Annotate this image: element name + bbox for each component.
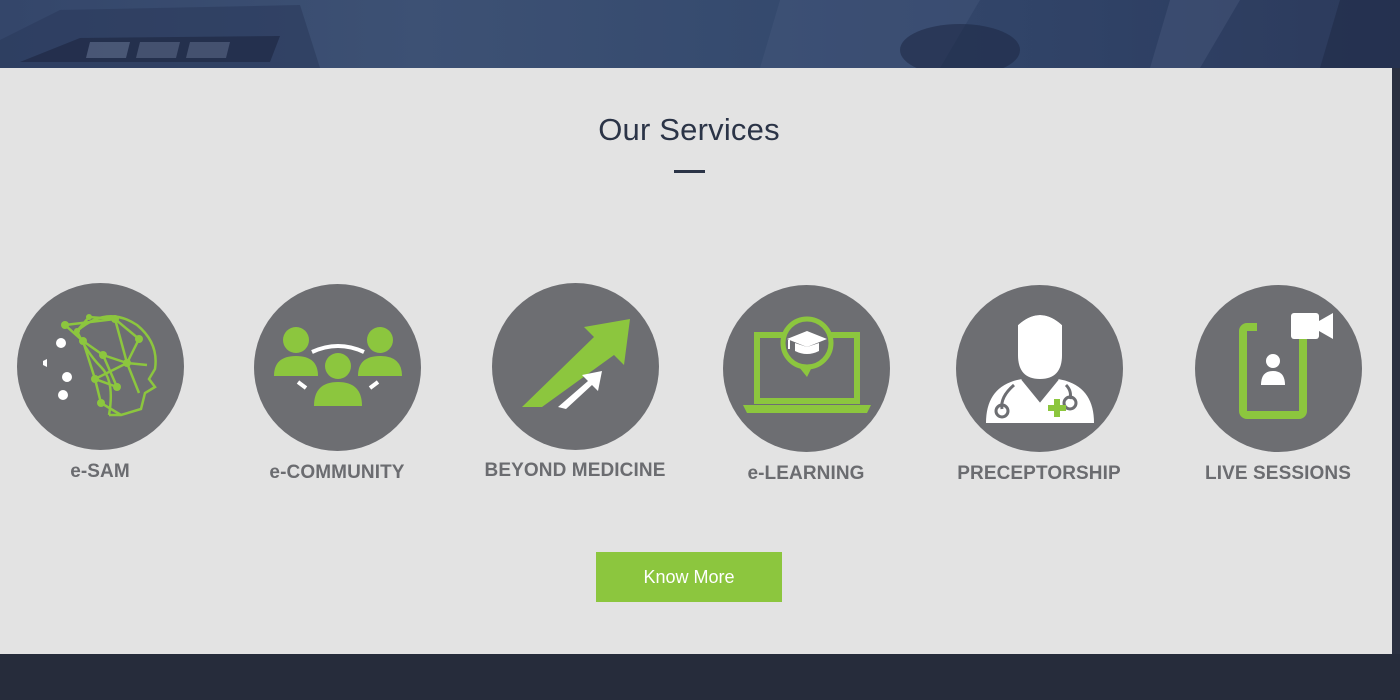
- service-label: e-SAM: [70, 461, 130, 482]
- service-label: e-COMMUNITY: [269, 462, 405, 483]
- growth-arrows-icon: [522, 319, 630, 409]
- service-preceptorship[interactable]: PRECEPTORSHIP: [939, 285, 1139, 495]
- know-more-button[interactable]: Know More: [596, 552, 782, 602]
- service-label: LIVE SESSIONS: [1205, 463, 1351, 484]
- footer-band: [0, 654, 1400, 700]
- service-e-learning[interactable]: e-LEARNING: [706, 285, 906, 495]
- service-circle: [254, 284, 421, 451]
- hero-image-strip: [0, 0, 1400, 68]
- video-call-phone-icon: [1239, 313, 1333, 419]
- service-circle: [492, 283, 659, 450]
- service-e-sam[interactable]: e-SAM: [0, 283, 200, 493]
- service-circle: [956, 285, 1123, 452]
- brain-network-head-icon: [43, 314, 157, 417]
- doctor-stethoscope-icon: [986, 313, 1094, 423]
- service-circle: [17, 283, 184, 450]
- service-label: e-LEARNING: [747, 463, 865, 484]
- page-scrollbar[interactable]: [1392, 68, 1400, 654]
- service-e-community[interactable]: e-COMMUNITY: [237, 284, 437, 494]
- service-live-sessions[interactable]: LIVE SESSIONS: [1178, 285, 1378, 495]
- community-group-icon: [274, 327, 402, 406]
- hero-photo-illustration: [0, 0, 1400, 68]
- service-beyond-medicine[interactable]: BEYOND MEDICINE: [475, 283, 675, 493]
- services-section: Our Services e-SAM e-COMMUNITY BEYOND ME…: [0, 68, 1392, 654]
- title-underline: [674, 170, 705, 173]
- service-label: PRECEPTORSHIP: [957, 463, 1121, 484]
- service-label: BEYOND MEDICINE: [484, 460, 666, 481]
- service-circle: [1195, 285, 1362, 452]
- service-circle: [723, 285, 890, 452]
- laptop-graduation-icon: [743, 316, 871, 413]
- section-title: Our Services: [598, 112, 780, 147]
